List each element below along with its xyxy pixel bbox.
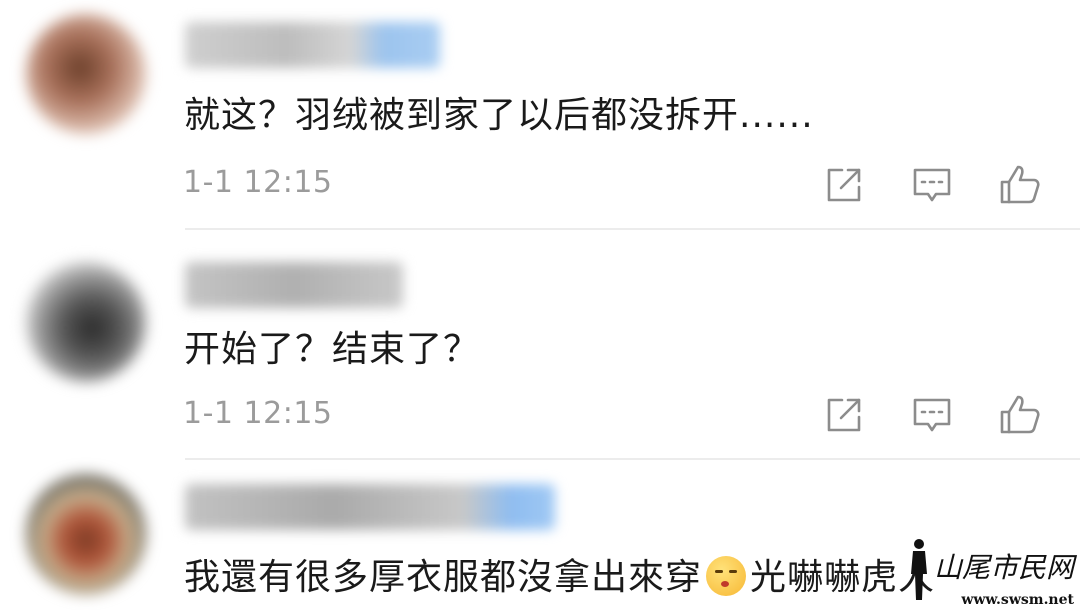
comment-text-part: 我還有很多厚衣服都沒拿出來穿 <box>184 557 703 598</box>
comment-icon[interactable] <box>910 163 954 207</box>
thumbs-up-icon[interactable] <box>998 393 1042 437</box>
comment-item: 就这？羽绒被到家了以后都没拆开...... 1-1 12:15 <box>0 0 1080 230</box>
figure-logo-icon <box>911 539 927 600</box>
comment-timestamp: 1-1 12:15 <box>183 396 333 431</box>
avatar[interactable] <box>26 474 146 594</box>
shushing-face-emoji <box>706 556 747 596</box>
avatar[interactable] <box>26 14 146 134</box>
username-blurred[interactable] <box>185 484 555 530</box>
thumbs-up-icon[interactable] <box>998 163 1042 207</box>
comment-text: 开始了？结束了？ <box>184 329 481 370</box>
watermark-url: www.swsm.net <box>961 592 1074 608</box>
username-blurred[interactable] <box>185 22 440 68</box>
comment-icon[interactable] <box>910 393 954 437</box>
avatar[interactable] <box>26 262 146 382</box>
username-blurred[interactable] <box>185 262 403 308</box>
share-icon[interactable] <box>822 163 866 207</box>
comment-item: 开始了？结束了？ 1-1 12:15 <box>0 230 1080 460</box>
comment-text: 就这？羽绒被到家了以后都没拆开...... <box>184 95 814 136</box>
site-watermark: 山尾市民网 www.swsm.net <box>906 539 1074 610</box>
comment-text: 我還有很多厚衣服都沒拿出來穿 光嚇嚇虎人 <box>184 548 935 600</box>
share-icon[interactable] <box>822 393 866 437</box>
watermark-title: 山尾市民网 <box>933 551 1074 584</box>
comment-timestamp: 1-1 12:15 <box>183 165 333 200</box>
